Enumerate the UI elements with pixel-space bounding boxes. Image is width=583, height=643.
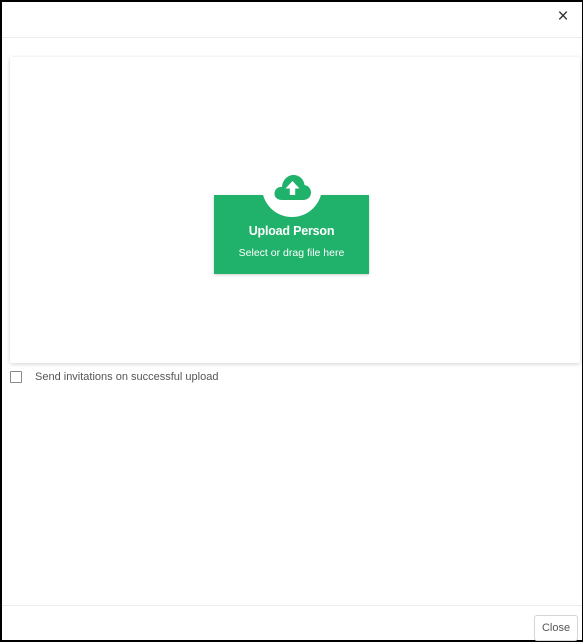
close-icon[interactable]: ×	[554, 6, 572, 28]
dialog-header: ×	[2, 2, 582, 38]
close-button[interactable]: Close	[534, 615, 578, 641]
upload-subtitle: Select or drag file here	[238, 247, 345, 259]
send-invitations-checkbox[interactable]	[10, 371, 22, 383]
upload-title: Upload Person	[248, 224, 335, 238]
dialog-footer: Close	[2, 605, 582, 643]
send-invitations-option[interactable]: Send invitations on successful upload	[10, 369, 218, 385]
upload-dialog: × Upload Person Select or drag file here…	[0, 0, 583, 642]
send-invitations-label: Send invitations on successful upload	[35, 371, 219, 383]
cloud-upload-icon[interactable]	[272, 172, 312, 202]
